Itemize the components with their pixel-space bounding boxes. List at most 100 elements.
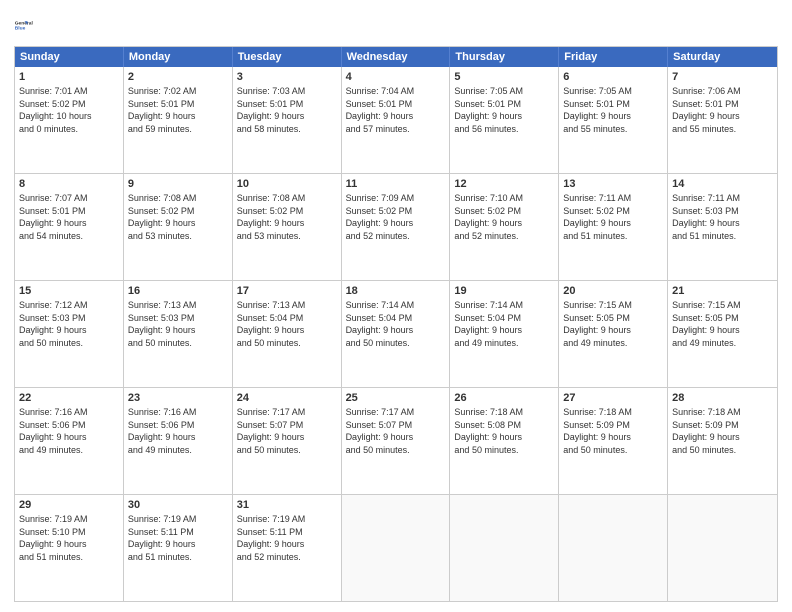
day-number: 24 bbox=[237, 391, 337, 406]
cal-week-2: 8Sunrise: 7:07 AMSunset: 5:01 PMDaylight… bbox=[15, 173, 777, 280]
cal-cell: 21Sunrise: 7:15 AMSunset: 5:05 PMDayligh… bbox=[668, 281, 777, 387]
day-number: 4 bbox=[346, 70, 446, 85]
day-number: 23 bbox=[128, 391, 228, 406]
day-info: Sunrise: 7:13 AMSunset: 5:03 PMDaylight:… bbox=[128, 300, 197, 348]
cal-header-wednesday: Wednesday bbox=[342, 47, 451, 67]
cal-cell bbox=[668, 495, 777, 601]
day-info: Sunrise: 7:02 AMSunset: 5:01 PMDaylight:… bbox=[128, 86, 197, 134]
logo-icon: General Blue bbox=[14, 10, 44, 40]
cal-cell: 23Sunrise: 7:16 AMSunset: 5:06 PMDayligh… bbox=[124, 388, 233, 494]
cal-header-sunday: Sunday bbox=[15, 47, 124, 67]
header: General Blue bbox=[14, 10, 778, 40]
day-info: Sunrise: 7:15 AMSunset: 5:05 PMDaylight:… bbox=[672, 300, 741, 348]
day-info: Sunrise: 7:19 AMSunset: 5:11 PMDaylight:… bbox=[128, 514, 197, 562]
day-number: 17 bbox=[237, 284, 337, 299]
cal-header-saturday: Saturday bbox=[668, 47, 777, 67]
cal-cell: 28Sunrise: 7:18 AMSunset: 5:09 PMDayligh… bbox=[668, 388, 777, 494]
day-number: 2 bbox=[128, 70, 228, 85]
cal-cell: 7Sunrise: 7:06 AMSunset: 5:01 PMDaylight… bbox=[668, 67, 777, 173]
cal-header-friday: Friday bbox=[559, 47, 668, 67]
day-number: 7 bbox=[672, 70, 773, 85]
cal-cell: 13Sunrise: 7:11 AMSunset: 5:02 PMDayligh… bbox=[559, 174, 668, 280]
day-number: 11 bbox=[346, 177, 446, 192]
day-number: 18 bbox=[346, 284, 446, 299]
day-info: Sunrise: 7:17 AMSunset: 5:07 PMDaylight:… bbox=[237, 407, 306, 455]
day-number: 8 bbox=[19, 177, 119, 192]
cal-cell bbox=[450, 495, 559, 601]
day-info: Sunrise: 7:12 AMSunset: 5:03 PMDaylight:… bbox=[19, 300, 88, 348]
day-info: Sunrise: 7:18 AMSunset: 5:09 PMDaylight:… bbox=[563, 407, 632, 455]
cal-cell bbox=[342, 495, 451, 601]
cal-header-tuesday: Tuesday bbox=[233, 47, 342, 67]
day-number: 14 bbox=[672, 177, 773, 192]
cal-cell: 12Sunrise: 7:10 AMSunset: 5:02 PMDayligh… bbox=[450, 174, 559, 280]
day-info: Sunrise: 7:11 AMSunset: 5:03 PMDaylight:… bbox=[672, 193, 740, 241]
day-info: Sunrise: 7:06 AMSunset: 5:01 PMDaylight:… bbox=[672, 86, 741, 134]
day-info: Sunrise: 7:07 AMSunset: 5:01 PMDaylight:… bbox=[19, 193, 88, 241]
cal-cell: 30Sunrise: 7:19 AMSunset: 5:11 PMDayligh… bbox=[124, 495, 233, 601]
cal-cell: 19Sunrise: 7:14 AMSunset: 5:04 PMDayligh… bbox=[450, 281, 559, 387]
day-info: Sunrise: 7:18 AMSunset: 5:08 PMDaylight:… bbox=[454, 407, 523, 455]
day-info: Sunrise: 7:14 AMSunset: 5:04 PMDaylight:… bbox=[346, 300, 415, 348]
day-number: 26 bbox=[454, 391, 554, 406]
day-number: 20 bbox=[563, 284, 663, 299]
cal-cell: 14Sunrise: 7:11 AMSunset: 5:03 PMDayligh… bbox=[668, 174, 777, 280]
cal-cell: 2Sunrise: 7:02 AMSunset: 5:01 PMDaylight… bbox=[124, 67, 233, 173]
cal-cell: 6Sunrise: 7:05 AMSunset: 5:01 PMDaylight… bbox=[559, 67, 668, 173]
cal-header-monday: Monday bbox=[124, 47, 233, 67]
cal-cell: 18Sunrise: 7:14 AMSunset: 5:04 PMDayligh… bbox=[342, 281, 451, 387]
cal-cell: 4Sunrise: 7:04 AMSunset: 5:01 PMDaylight… bbox=[342, 67, 451, 173]
day-number: 10 bbox=[237, 177, 337, 192]
day-info: Sunrise: 7:15 AMSunset: 5:05 PMDaylight:… bbox=[563, 300, 632, 348]
day-info: Sunrise: 7:01 AMSunset: 5:02 PMDaylight:… bbox=[19, 86, 92, 134]
day-info: Sunrise: 7:17 AMSunset: 5:07 PMDaylight:… bbox=[346, 407, 415, 455]
day-info: Sunrise: 7:05 AMSunset: 5:01 PMDaylight:… bbox=[563, 86, 632, 134]
day-number: 25 bbox=[346, 391, 446, 406]
day-info: Sunrise: 7:05 AMSunset: 5:01 PMDaylight:… bbox=[454, 86, 523, 134]
day-info: Sunrise: 7:19 AMSunset: 5:11 PMDaylight:… bbox=[237, 514, 306, 562]
cal-cell: 26Sunrise: 7:18 AMSunset: 5:08 PMDayligh… bbox=[450, 388, 559, 494]
cal-cell: 25Sunrise: 7:17 AMSunset: 5:07 PMDayligh… bbox=[342, 388, 451, 494]
cal-cell bbox=[559, 495, 668, 601]
day-info: Sunrise: 7:08 AMSunset: 5:02 PMDaylight:… bbox=[237, 193, 306, 241]
cal-cell: 3Sunrise: 7:03 AMSunset: 5:01 PMDaylight… bbox=[233, 67, 342, 173]
cal-cell: 29Sunrise: 7:19 AMSunset: 5:10 PMDayligh… bbox=[15, 495, 124, 601]
day-info: Sunrise: 7:08 AMSunset: 5:02 PMDaylight:… bbox=[128, 193, 197, 241]
day-info: Sunrise: 7:14 AMSunset: 5:04 PMDaylight:… bbox=[454, 300, 523, 348]
day-info: Sunrise: 7:16 AMSunset: 5:06 PMDaylight:… bbox=[19, 407, 88, 455]
day-number: 9 bbox=[128, 177, 228, 192]
cal-cell: 1Sunrise: 7:01 AMSunset: 5:02 PMDaylight… bbox=[15, 67, 124, 173]
cal-cell: 24Sunrise: 7:17 AMSunset: 5:07 PMDayligh… bbox=[233, 388, 342, 494]
day-number: 15 bbox=[19, 284, 119, 299]
cal-cell: 11Sunrise: 7:09 AMSunset: 5:02 PMDayligh… bbox=[342, 174, 451, 280]
cal-cell: 15Sunrise: 7:12 AMSunset: 5:03 PMDayligh… bbox=[15, 281, 124, 387]
cal-cell: 22Sunrise: 7:16 AMSunset: 5:06 PMDayligh… bbox=[15, 388, 124, 494]
cal-header-thursday: Thursday bbox=[450, 47, 559, 67]
cal-week-1: 1Sunrise: 7:01 AMSunset: 5:02 PMDaylight… bbox=[15, 67, 777, 173]
day-number: 30 bbox=[128, 498, 228, 513]
cal-cell: 31Sunrise: 7:19 AMSunset: 5:11 PMDayligh… bbox=[233, 495, 342, 601]
cal-cell: 10Sunrise: 7:08 AMSunset: 5:02 PMDayligh… bbox=[233, 174, 342, 280]
day-number: 13 bbox=[563, 177, 663, 192]
day-info: Sunrise: 7:03 AMSunset: 5:01 PMDaylight:… bbox=[237, 86, 306, 134]
day-number: 31 bbox=[237, 498, 337, 513]
day-number: 28 bbox=[672, 391, 773, 406]
day-info: Sunrise: 7:18 AMSunset: 5:09 PMDaylight:… bbox=[672, 407, 741, 455]
calendar-header-row: SundayMondayTuesdayWednesdayThursdayFrid… bbox=[15, 47, 777, 67]
cal-cell: 16Sunrise: 7:13 AMSunset: 5:03 PMDayligh… bbox=[124, 281, 233, 387]
cal-cell: 5Sunrise: 7:05 AMSunset: 5:01 PMDaylight… bbox=[450, 67, 559, 173]
calendar-grid: SundayMondayTuesdayWednesdayThursdayFrid… bbox=[14, 46, 778, 602]
day-number: 19 bbox=[454, 284, 554, 299]
day-info: Sunrise: 7:16 AMSunset: 5:06 PMDaylight:… bbox=[128, 407, 197, 455]
day-info: Sunrise: 7:10 AMSunset: 5:02 PMDaylight:… bbox=[454, 193, 523, 241]
cal-cell: 9Sunrise: 7:08 AMSunset: 5:02 PMDaylight… bbox=[124, 174, 233, 280]
cal-cell: 20Sunrise: 7:15 AMSunset: 5:05 PMDayligh… bbox=[559, 281, 668, 387]
day-number: 5 bbox=[454, 70, 554, 85]
cal-cell: 8Sunrise: 7:07 AMSunset: 5:01 PMDaylight… bbox=[15, 174, 124, 280]
day-number: 1 bbox=[19, 70, 119, 85]
day-info: Sunrise: 7:19 AMSunset: 5:10 PMDaylight:… bbox=[19, 514, 88, 562]
day-info: Sunrise: 7:04 AMSunset: 5:01 PMDaylight:… bbox=[346, 86, 415, 134]
day-number: 3 bbox=[237, 70, 337, 85]
day-number: 21 bbox=[672, 284, 773, 299]
day-number: 12 bbox=[454, 177, 554, 192]
